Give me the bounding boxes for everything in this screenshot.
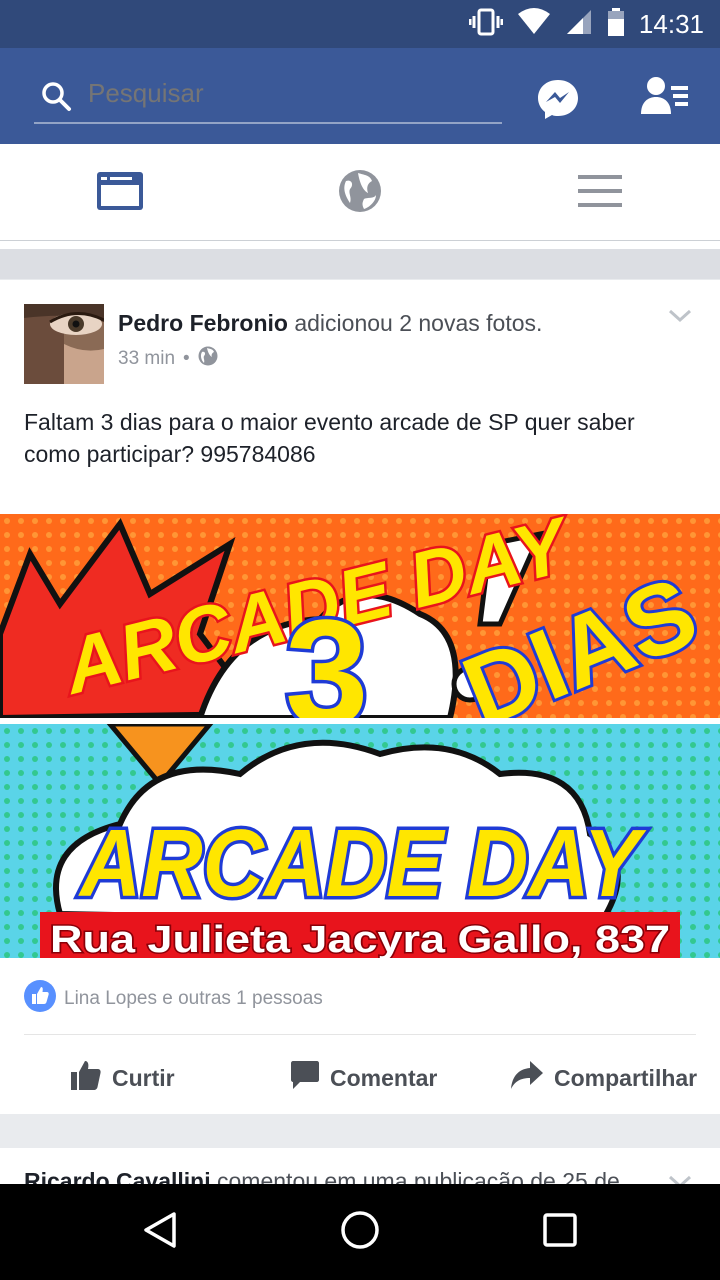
share-arrow-icon: [510, 1060, 544, 1096]
tab-menu[interactable]: [575, 168, 625, 218]
globe-icon: [338, 169, 382, 218]
search-icon: [40, 80, 72, 117]
like-button[interactable]: Curtir: [70, 1060, 175, 1096]
like-badge-icon: [24, 980, 56, 1018]
news-feed-icon: [96, 171, 144, 216]
comment-icon: [290, 1060, 320, 1096]
status-bar: 14:31: [0, 0, 720, 48]
comment-button[interactable]: Comentar: [290, 1060, 437, 1096]
back-button[interactable]: [136, 1208, 184, 1256]
home-circle-icon: [340, 1210, 380, 1255]
home-button[interactable]: [336, 1208, 384, 1256]
next-post-action-text: comentou em uma publicação de 25 de: [217, 1168, 620, 1184]
share-label: Compartilhar: [554, 1064, 698, 1091]
search-bar[interactable]: [34, 72, 502, 124]
back-triangle-icon: [140, 1210, 180, 1255]
next-post-author[interactable]: Ricardo Cavallini: [24, 1168, 211, 1184]
post-action-text: adicionou 2 novas fotos.: [294, 310, 543, 336]
search-input[interactable]: [88, 78, 488, 109]
thumbs-up-icon: [70, 1059, 102, 1097]
vibrate-icon: [468, 8, 504, 41]
share-button[interactable]: Compartilhar: [510, 1060, 697, 1096]
battery-icon: [607, 7, 625, 41]
friend-requests-icon[interactable]: [640, 76, 690, 121]
next-feed-post: Ricardo Cavallini comentou em uma public…: [0, 1148, 720, 1184]
next-post-chevron-down-icon[interactable]: [668, 1174, 692, 1184]
divider: [24, 1034, 696, 1035]
photo2-arcade-day-text: ARCADE DAY: [78, 810, 647, 917]
post-time[interactable]: 33 min: [118, 348, 175, 370]
photo2-address-text: Rua Julieta Jacyra Gallo, 837: [50, 919, 670, 958]
public-globe-icon: [198, 346, 218, 372]
wifi-icon: [517, 7, 551, 41]
next-post-header: Ricardo Cavallini comentou em uma public…: [24, 1168, 620, 1184]
feed-post: Pedro Febronio adicionou 2 novas fotos. …: [0, 280, 720, 1114]
feed-separator: [0, 241, 720, 279]
post-header: Pedro Febronio adicionou 2 novas fotos.: [118, 310, 542, 337]
tab-notifications[interactable]: [335, 168, 385, 218]
post-photo-1[interactable]: ARCADE DAY 3 DIAS: [0, 497, 720, 760]
author-avatar[interactable]: [24, 304, 104, 384]
menu-icon: [578, 173, 622, 214]
author-name[interactable]: Pedro Febronio: [118, 310, 288, 336]
recents-square-icon: [540, 1210, 580, 1255]
system-nav-bar: [0, 1184, 720, 1280]
likes-text: Lina Lopes e outras 1 pessoas: [64, 988, 323, 1009]
meta-separator: •: [183, 348, 190, 369]
status-time: 14:31: [638, 8, 704, 39]
like-label: Curtir: [112, 1064, 175, 1091]
photo1-number-text: 3: [285, 588, 368, 718]
comment-label: Comentar: [330, 1064, 438, 1091]
app-bar: [0, 48, 720, 144]
tab-bar: [0, 144, 720, 241]
post-text: Faltam 3 dias para o maior evento arcade…: [24, 409, 635, 467]
messenger-icon[interactable]: [536, 78, 580, 125]
post-photo-2[interactable]: ARCADE DAY Rua Julieta Jacyra Gallo, 837: [0, 721, 720, 963]
post-meta: 33 min •: [118, 346, 218, 372]
recents-button[interactable]: [536, 1208, 584, 1256]
tab-news-feed[interactable]: [95, 168, 145, 218]
chevron-down-icon[interactable]: [668, 308, 692, 329]
signal-icon: [565, 8, 593, 41]
reactions-summary[interactable]: Lina Lopes e outras 1 pessoas: [24, 980, 323, 1018]
